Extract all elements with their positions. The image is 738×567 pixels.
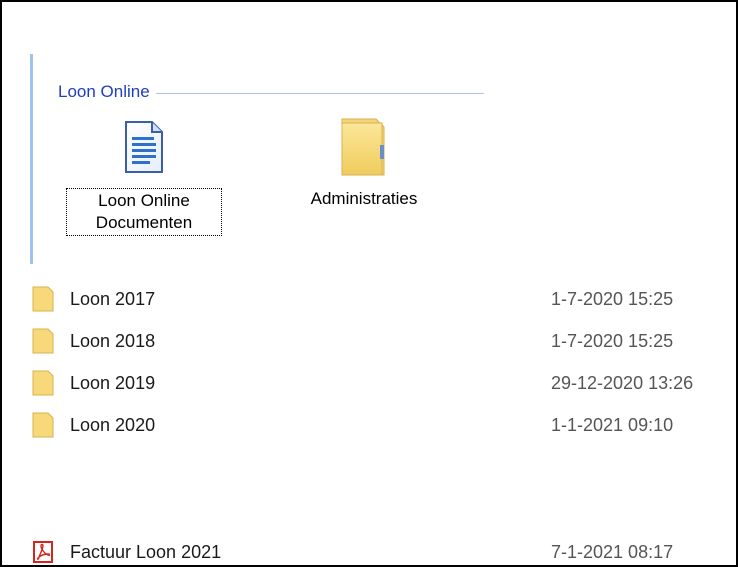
folder-icon bbox=[334, 112, 394, 182]
tile-loon-online-documenten[interactable]: Loon Online Documenten bbox=[66, 112, 222, 236]
list-item[interactable]: Loon 2020 1-1-2021 09:10 bbox=[32, 410, 732, 440]
file-date: 1-7-2020 15:25 bbox=[551, 330, 674, 351]
tile-label: Loon Online Documenten bbox=[66, 188, 222, 236]
group-title: Loon Online bbox=[58, 82, 150, 101]
file-date: 1-7-2020 15:25 bbox=[551, 288, 674, 309]
file-name: Loon 2019 bbox=[70, 372, 156, 393]
file-name: Loon 2017 bbox=[70, 288, 156, 309]
tile-label: Administraties bbox=[310, 189, 418, 208]
file-name: Loon 2018 bbox=[70, 330, 156, 351]
file-name: Factuur Loon 2021 bbox=[70, 541, 222, 562]
folder-icon bbox=[32, 328, 54, 354]
folder-icon bbox=[32, 286, 54, 312]
list-item[interactable]: Loon 2018 1-7-2020 15:25 bbox=[32, 326, 732, 356]
file-date: 7-1-2021 08:17 bbox=[551, 541, 674, 562]
list-item[interactable]: Factuur Loon 2021 7-1-2021 08:17 bbox=[32, 537, 732, 567]
explorer-window: Loon Online Loon Online Documenten Admin… bbox=[0, 0, 738, 567]
folder-icon bbox=[32, 412, 54, 438]
file-date: 1-1-2021 09:10 bbox=[551, 414, 674, 435]
file-date: 29-12-2020 13:26 bbox=[551, 372, 694, 393]
group-accent-bar bbox=[30, 54, 33, 264]
group-divider bbox=[155, 92, 484, 94]
group-header[interactable]: Loon Online bbox=[58, 81, 484, 103]
list-item[interactable]: Loon 2019 29-12-2020 13:26 bbox=[32, 368, 732, 398]
document-icon bbox=[114, 112, 174, 182]
file-name: Loon 2020 bbox=[70, 414, 156, 435]
tile-administraties[interactable]: Administraties bbox=[284, 112, 444, 210]
folder-icon bbox=[32, 370, 54, 396]
list-item[interactable]: Loon 2017 1-7-2020 15:25 bbox=[32, 284, 732, 314]
pdf-icon bbox=[32, 539, 54, 565]
